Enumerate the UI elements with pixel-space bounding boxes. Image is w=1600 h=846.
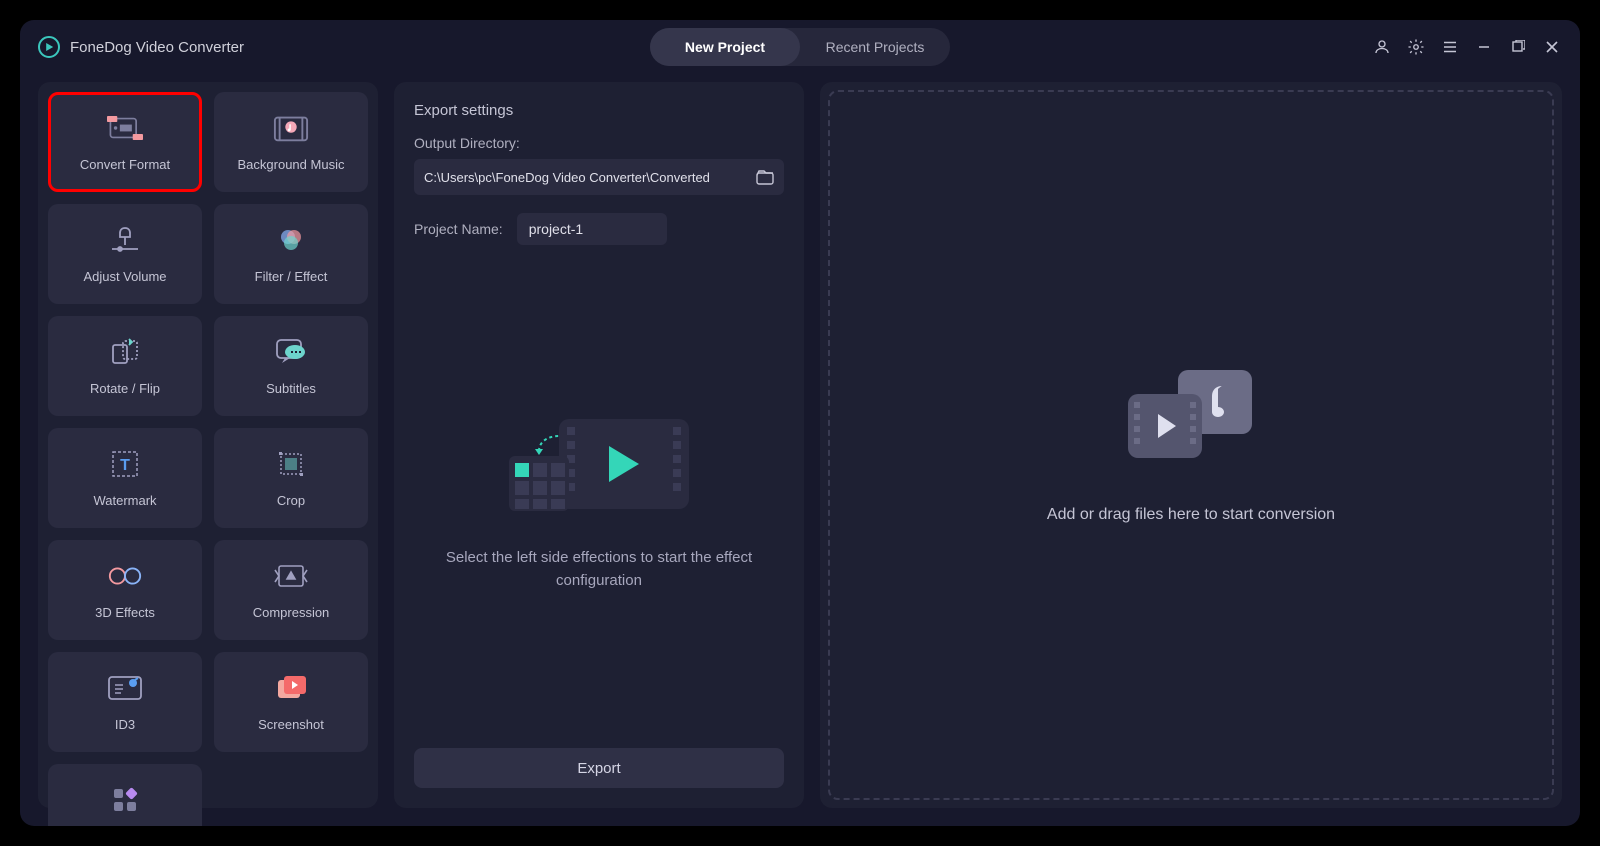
project-name-label: Project Name:: [414, 221, 503, 237]
export-settings-title: Export settings: [414, 102, 784, 119]
window-controls: [1372, 37, 1562, 57]
tool-label: Rotate / Flip: [90, 381, 160, 396]
tool-background-music[interactable]: Background Music: [214, 92, 368, 192]
background-music-icon: [273, 113, 309, 143]
app-title: FoneDog Video Converter: [70, 39, 244, 56]
filter-effect-icon: [273, 225, 309, 255]
compression-icon: [273, 561, 309, 591]
tab-new-project[interactable]: New Project: [650, 28, 800, 66]
dropzone-panel: Add or drag files here to start conversi…: [820, 82, 1562, 808]
tool-watermark[interactable]: T Watermark: [48, 428, 202, 528]
app-logo-icon: [38, 36, 60, 58]
tool-label: Filter / Effect: [255, 269, 328, 284]
subtitles-icon: [273, 337, 309, 367]
project-name-input[interactable]: [517, 213, 667, 245]
tool-label: Convert Format: [80, 157, 170, 172]
export-panel: Export settings Output Directory: C:\Use…: [394, 82, 804, 808]
export-hero: Select the left side effections to start…: [414, 245, 784, 748]
browse-folder-icon[interactable]: [756, 169, 774, 185]
tool-filter-effect[interactable]: Filter / Effect: [214, 204, 368, 304]
tool-label: Subtitles: [266, 381, 316, 396]
content: Convert Format Background Music Adjust V…: [20, 74, 1580, 826]
tool-label: Adjust Volume: [83, 269, 166, 284]
output-directory-label: Output Directory:: [414, 135, 784, 151]
dropzone-hint: Add or drag files here to start conversi…: [1047, 506, 1335, 524]
tool-convert-format[interactable]: Convert Format: [48, 92, 202, 192]
convert-format-icon: [107, 113, 143, 143]
tool-screenshot[interactable]: Screenshot: [214, 652, 368, 752]
rotate-flip-icon: [107, 337, 143, 367]
tab-recent-projects[interactable]: Recent Projects: [800, 28, 950, 66]
tool-label: Background Music: [238, 157, 345, 172]
more-icon: [107, 785, 143, 815]
adjust-volume-icon: [107, 225, 143, 255]
output-directory-field[interactable]: C:\Users\pc\FoneDog Video Converter\Conv…: [414, 159, 784, 195]
dropzone-illustration: [1126, 366, 1256, 466]
tool-adjust-volume[interactable]: Adjust Volume: [48, 204, 202, 304]
tools-panel: Convert Format Background Music Adjust V…: [38, 82, 378, 808]
close-button[interactable]: [1542, 37, 1562, 57]
tool-crop[interactable]: Crop: [214, 428, 368, 528]
tool-label: Watermark: [93, 493, 156, 508]
export-hero-illustration: [499, 401, 699, 521]
id3-icon: [107, 673, 143, 703]
menu-icon[interactable]: [1440, 37, 1460, 57]
maximize-button[interactable]: [1508, 37, 1528, 57]
export-hint: Select the left side effections to start…: [439, 547, 759, 592]
export-button[interactable]: Export: [414, 748, 784, 788]
tool-more[interactable]: More: [48, 764, 202, 826]
tab-new-project-label: New Project: [685, 39, 765, 55]
settings-icon[interactable]: [1406, 37, 1426, 57]
file-dropzone[interactable]: Add or drag files here to start conversi…: [828, 90, 1554, 800]
tab-recent-projects-label: Recent Projects: [826, 39, 925, 55]
tool-label: Screenshot: [258, 717, 324, 732]
app-brand: FoneDog Video Converter: [38, 36, 244, 58]
watermark-icon: T: [107, 449, 143, 479]
tool-subtitles[interactable]: Subtitles: [214, 316, 368, 416]
tool-label: 3D Effects: [95, 605, 155, 620]
tab-switcher: New Project Recent Projects: [650, 28, 950, 66]
export-button-label: Export: [577, 760, 620, 777]
crop-icon: [273, 449, 309, 479]
titlebar: FoneDog Video Converter New Project Rece…: [20, 20, 1580, 74]
tool-label: Compression: [253, 605, 330, 620]
output-directory-value: C:\Users\pc\FoneDog Video Converter\Conv…: [424, 170, 710, 185]
app-window: FoneDog Video Converter New Project Rece…: [20, 20, 1580, 826]
svg-text:T: T: [120, 457, 130, 474]
tool-label: Crop: [277, 493, 305, 508]
tool-rotate-flip[interactable]: Rotate / Flip: [48, 316, 202, 416]
screenshot-icon: [273, 673, 309, 703]
minimize-button[interactable]: [1474, 37, 1494, 57]
tool-id3[interactable]: ID3: [48, 652, 202, 752]
account-icon[interactable]: [1372, 37, 1392, 57]
tool-three-d[interactable]: 3D Effects: [48, 540, 202, 640]
three-d-icon: [107, 561, 143, 591]
tool-compression[interactable]: Compression: [214, 540, 368, 640]
tool-label: ID3: [115, 717, 135, 732]
